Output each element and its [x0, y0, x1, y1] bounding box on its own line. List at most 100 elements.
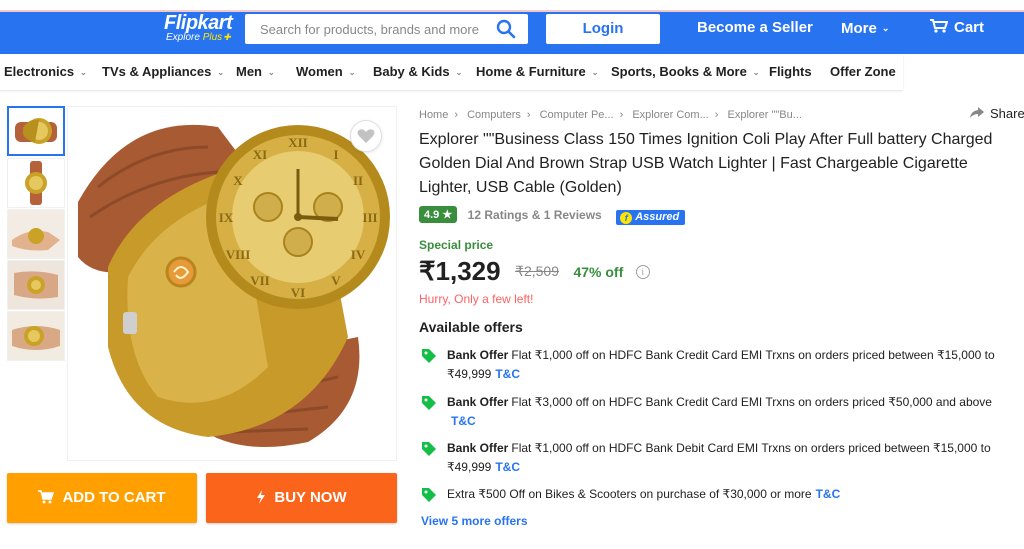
lightning-icon: [257, 490, 266, 504]
category-men[interactable]: Men ⌄: [236, 54, 275, 90]
thumbnail-5[interactable]: [7, 311, 65, 361]
offer-item: Bank Offer Flat ₹1,000 off on HDFC Bank D…: [419, 439, 1019, 477]
plus-icon: ✚: [223, 32, 231, 42]
flipkart-logo[interactable]: Flipkart Explore Plus✚: [164, 12, 236, 52]
heart-icon: [357, 129, 375, 143]
svg-text:VII: VII: [250, 273, 270, 288]
category-flights[interactable]: Flights: [769, 54, 812, 90]
offer-text: Flat ₹3,000 off on HDFC Bank Credit Card…: [511, 395, 992, 409]
chevron-down-icon: ⌄: [217, 68, 225, 77]
add-to-cart-button[interactable]: ADD TO CART: [7, 473, 197, 523]
offer-tag-icon: [422, 349, 436, 363]
category-tvs[interactable]: TVs & Appliances ⌄: [102, 54, 224, 90]
offer-tag-icon: [422, 396, 436, 410]
breadcrumb: Home › Computers › Computer Pe... › Explore…: [419, 109, 802, 121]
chevron-right-icon: ›: [619, 109, 624, 121]
terms-link[interactable]: T&C: [495, 367, 520, 381]
category-home-furniture[interactable]: Home & Furniture ⌄: [476, 54, 599, 90]
svg-text:XI: XI: [253, 147, 267, 162]
become-seller-link[interactable]: Become a Seller: [697, 12, 813, 44]
chevron-down-icon: ⌄: [455, 68, 463, 77]
watch-thumbnail-image: [25, 161, 47, 205]
category-electronics[interactable]: Electronics ⌄: [4, 54, 87, 90]
breadcrumb-current: Explorer ""Bu...: [727, 109, 802, 121]
offer-text: Flat ₹1,000 off on HDFC Bank Credit Card…: [447, 348, 995, 381]
breadcrumb-explorer-com[interactable]: Explorer Com...: [632, 109, 708, 121]
wrist-thumbnail-image: [8, 312, 64, 360]
category-women[interactable]: Women ⌄: [296, 54, 355, 90]
share-icon: [970, 107, 984, 118]
info-icon[interactable]: i: [635, 264, 650, 279]
available-offers-title: Available offers: [419, 319, 523, 335]
main-product-image[interactable]: XII III VI IX I II IV V VII VIII X XI: [67, 106, 397, 461]
offer-tag-icon: [422, 488, 436, 502]
search-icon[interactable]: [496, 19, 516, 39]
top-strip: [0, 0, 1024, 12]
assured-label: Assured: [635, 210, 680, 223]
product-title: Explorer ""Business Class 150 Times Igni…: [419, 131, 993, 196]
thumbnail-3[interactable]: [7, 209, 65, 259]
chevron-down-icon: ⌄: [80, 68, 87, 77]
category-label: Offer Zone: [830, 64, 896, 79]
more-menu[interactable]: More ⌄: [841, 12, 889, 44]
header: Flipkart Explore Plus✚ Login Become a Se…: [0, 12, 1024, 54]
category-label: Men: [236, 64, 262, 79]
login-button[interactable]: Login: [546, 14, 660, 44]
category-sports-books[interactable]: Sports, Books & More ⌄: [611, 54, 760, 90]
breadcrumb-computers[interactable]: Computers: [467, 109, 521, 121]
svg-text:I: I: [333, 147, 338, 162]
category-label: Flights: [769, 64, 812, 79]
buy-now-button[interactable]: BUY NOW: [206, 473, 397, 523]
stock-warning: Hurry, Only a few left!: [419, 292, 534, 306]
special-price-label: Special price: [419, 238, 494, 252]
offer-item: Bank Offer Flat ₹3,000 off on HDFC Bank C…: [419, 393, 1019, 431]
offer-type: Bank Offer: [447, 348, 509, 362]
logo-sub-plus: Plus: [202, 32, 223, 43]
search-box: [245, 14, 528, 44]
price-row: ₹1,329 ₹2,509 47% off i: [419, 256, 650, 288]
flipkart-f-icon: f: [620, 211, 633, 224]
svg-text:XII: XII: [288, 135, 308, 150]
selling-price: ₹1,329: [419, 256, 501, 286]
category-label: Women: [296, 64, 343, 79]
hand-thumbnail-image: [8, 210, 64, 258]
svg-text:V: V: [331, 273, 341, 288]
svg-text:IV: IV: [351, 247, 366, 262]
terms-link[interactable]: T&C: [816, 487, 841, 501]
logo-subtext: Explore Plus✚: [166, 32, 231, 43]
rating-badge[interactable]: 4.9 ★: [419, 206, 458, 224]
thumbnail-4[interactable]: [7, 260, 65, 310]
svg-text:X: X: [233, 173, 243, 188]
category-offer-zone[interactable]: Offer Zone: [830, 54, 896, 90]
chevron-down-icon: ⌄: [881, 23, 890, 33]
category-baby-kids[interactable]: Baby & Kids ⌄: [373, 54, 462, 90]
cart-icon: [930, 19, 948, 33]
share-label: Share: [990, 106, 1024, 121]
cart-icon: [38, 490, 55, 504]
terms-link[interactable]: T&C: [451, 414, 476, 428]
category-label: Electronics: [4, 64, 75, 79]
thumbnail-1[interactable]: [7, 106, 65, 156]
logo-sub-explore: Explore: [166, 32, 200, 43]
offer-item: Extra ₹500 Off on Bikes & Scooters on pu…: [419, 485, 1019, 504]
cart-link[interactable]: Cart: [930, 12, 984, 44]
search-input[interactable]: [245, 14, 485, 44]
wishlist-button[interactable]: [350, 120, 382, 152]
breadcrumb-home[interactable]: Home: [419, 109, 448, 121]
buy-now-label: BUY NOW: [274, 489, 347, 506]
offer-item: Bank Offer Flat ₹1,000 off on HDFC Bank C…: [419, 346, 1019, 384]
svg-text:VI: VI: [291, 285, 305, 300]
breadcrumb-computer-peripherals[interactable]: Computer Pe...: [540, 109, 614, 121]
share-button[interactable]: Share: [970, 106, 1024, 121]
more-label: More: [841, 20, 877, 37]
thumbnail-2[interactable]: [7, 158, 65, 208]
offer-tag-icon: [422, 442, 436, 456]
ratings-reviews-count[interactable]: 12 Ratings & 1 Reviews: [468, 208, 602, 222]
cart-label: Cart: [954, 19, 985, 36]
discount-percent: 47% off: [573, 263, 624, 280]
view-more-offers-link[interactable]: View 5 more offers: [421, 514, 528, 528]
original-price: ₹2,509: [515, 263, 560, 279]
terms-link[interactable]: T&C: [495, 460, 520, 474]
watch-lighter-image: XIIIII VIIX III IVV VIIVIII XXI: [78, 124, 390, 447]
thumbnail-list: [7, 106, 65, 361]
